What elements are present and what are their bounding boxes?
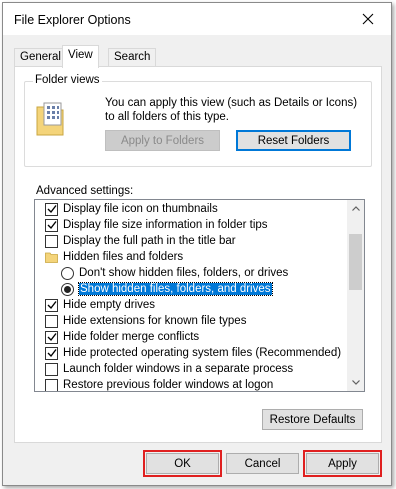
setting-label: Restore previous folder windows at logon	[63, 379, 274, 391]
option-dont-show-hidden[interactable]: Don't show hidden files, folders, or dri…	[61, 265, 288, 281]
scroll-down-icon[interactable]	[347, 374, 364, 391]
folder-icon	[45, 252, 58, 263]
tab-general[interactable]: General	[14, 48, 67, 67]
folder-view-icon	[36, 102, 64, 136]
apply-to-folders-button[interactable]: Apply to Folders	[105, 130, 220, 151]
setting-label: Launch folder windows in a separate proc…	[63, 363, 294, 375]
folder-views-group: Folder views You can apply this view (su…	[24, 74, 372, 167]
option-show-hidden[interactable]: Show hidden files, folders, and drives	[61, 281, 273, 297]
restore-defaults-label: Restore Defaults	[269, 413, 356, 426]
folder-views-description: You can apply this view (such as Details…	[105, 97, 358, 123]
close-icon[interactable]	[353, 5, 383, 33]
setting-display-file-icon[interactable]: Display file icon on thumbnails	[45, 201, 218, 217]
checkbox-unchecked[interactable]	[45, 362, 58, 376]
checkbox-unchecked[interactable]	[45, 314, 58, 328]
setting-label: Hide folder merge conflicts	[63, 331, 200, 343]
setting-hide-protected-files[interactable]: Hide protected operating system files (R…	[45, 345, 341, 361]
setting-hidden-files-group: Hidden files and folders	[45, 249, 183, 265]
apply-highlight-annotation	[303, 450, 382, 477]
checkbox-checked[interactable]	[45, 218, 58, 232]
checkbox-checked[interactable]	[45, 202, 58, 216]
tab-search[interactable]: Search	[108, 48, 157, 67]
ok-highlight-annotation	[143, 450, 222, 477]
setting-display-full-path[interactable]: Display the full path in the title bar	[45, 233, 236, 249]
cancel-button[interactable]: Cancel	[226, 453, 299, 474]
setting-label: Display the full path in the title bar	[63, 235, 236, 247]
setting-display-file-size[interactable]: Display file size information in folder …	[45, 217, 268, 233]
window-title: File Explorer Options	[14, 13, 131, 27]
vertical-scrollbar[interactable]	[347, 200, 364, 391]
file-explorer-options-dialog: File Explorer Options General View Searc…	[2, 2, 392, 486]
checkbox-checked[interactable]	[45, 346, 58, 360]
setting-launch-separate-process[interactable]: Launch folder windows in a separate proc…	[45, 361, 293, 377]
scroll-up-icon[interactable]	[347, 200, 364, 217]
scrollbar-thumb[interactable]	[349, 234, 362, 290]
folder-views-label: Folder views	[33, 74, 102, 86]
restore-defaults-button[interactable]: Restore Defaults	[262, 409, 363, 430]
tab-search-label: Search	[114, 51, 151, 63]
reset-folders-label: Reset Folders	[257, 134, 330, 147]
checkbox-checked[interactable]	[45, 330, 58, 344]
advanced-settings-label: Advanced settings:	[36, 185, 134, 197]
apply-to-folders-label: Apply to Folders	[120, 134, 205, 147]
setting-label: Hidden files and folders	[63, 251, 184, 263]
checkbox-checked[interactable]	[45, 298, 58, 312]
tab-view-label: View	[68, 49, 93, 61]
setting-label: Hide protected operating system files (R…	[63, 347, 342, 359]
setting-hide-extensions[interactable]: Hide extensions for known file types	[45, 313, 246, 329]
setting-hide-merge-conflicts[interactable]: Hide folder merge conflicts	[45, 329, 199, 345]
tab-general-label: General	[20, 51, 61, 63]
setting-label: Hide empty drives	[63, 299, 156, 311]
view-tab-panel: Folder views You can apply this view (su…	[14, 66, 382, 443]
radio-unselected[interactable]	[61, 266, 74, 280]
checkbox-unchecked[interactable]	[45, 378, 58, 391]
setting-label: Hide extensions for known file types	[63, 315, 247, 327]
setting-restore-previous-windows[interactable]: Restore previous folder windows at logon	[45, 377, 274, 391]
setting-hide-empty-drives[interactable]: Hide empty drives	[45, 297, 155, 313]
cancel-label: Cancel	[244, 457, 281, 470]
setting-label: Display file icon on thumbnails	[63, 203, 218, 215]
title-bar: File Explorer Options	[3, 3, 391, 35]
radio-selected[interactable]	[61, 282, 74, 296]
advanced-settings-list[interactable]: Display file icon on thumbnails Display …	[34, 199, 365, 392]
checkbox-unchecked[interactable]	[45, 234, 58, 248]
setting-label: Don't show hidden files, folders, or dri…	[79, 267, 289, 279]
reset-folders-button[interactable]: Reset Folders	[236, 130, 351, 151]
setting-label: Show hidden files, folders, and drives	[78, 282, 273, 296]
tab-view[interactable]: View	[62, 45, 99, 68]
setting-label: Display file size information in folder …	[63, 219, 268, 231]
